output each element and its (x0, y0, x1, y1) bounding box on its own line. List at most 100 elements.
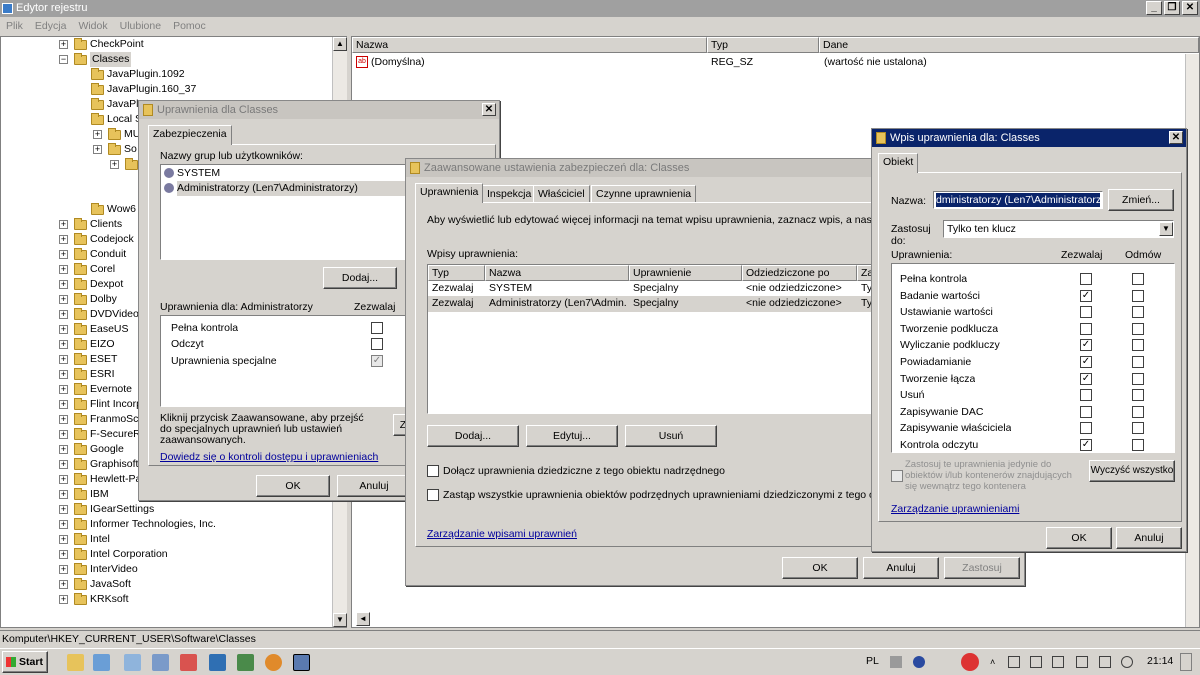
perm-deny-checkbox[interactable] (1132, 439, 1144, 451)
tree-item[interactable]: JavaPlugin.1092 (0, 67, 332, 82)
remove-entry-button[interactable]: Usuń (625, 425, 717, 447)
perm-allow-checkbox[interactable]: ✓ (1080, 339, 1092, 352)
manage-permissions-link[interactable]: Zarządzanie uprawnieniami (891, 503, 1019, 515)
explorer-icon[interactable] (67, 654, 84, 671)
tab-owner[interactable]: Właściciel (533, 185, 590, 203)
perm-allow-checkbox[interactable]: ✓ (1080, 289, 1092, 302)
expand-toggle-icon[interactable]: + (59, 535, 68, 544)
expand-toggle-icon[interactable]: + (59, 355, 68, 364)
expand-toggle-icon[interactable]: + (59, 370, 68, 379)
volume-icon[interactable] (1121, 656, 1133, 668)
perm-allow-checkbox[interactable] (1080, 322, 1092, 335)
tab-security[interactable]: Zabezpieczenia (148, 125, 232, 145)
permissions-dialog-close-button[interactable]: ✕ (482, 103, 496, 116)
tree-item[interactable]: JavaPlugin.160_37 (0, 82, 332, 97)
document-icon[interactable] (124, 654, 141, 671)
perm-deny-checkbox[interactable] (1132, 289, 1144, 302)
perm-deny-checkbox[interactable] (1132, 422, 1144, 435)
expand-toggle-icon[interactable]: + (59, 235, 68, 244)
expand-toggle-icon[interactable]: + (93, 145, 102, 154)
show-desktop-button[interactable] (1180, 653, 1192, 671)
start-button[interactable]: Start (2, 651, 48, 673)
expand-toggle-icon[interactable]: + (110, 160, 119, 169)
value-name[interactable]: (Domyślna) (371, 55, 425, 70)
tray-icon-2[interactable] (1052, 656, 1064, 668)
tree-item[interactable]: + IGearSettings (0, 502, 332, 517)
clear-all-button[interactable]: Wyczyść wszystko (1089, 460, 1175, 482)
expand-toggle-icon[interactable]: + (59, 460, 68, 469)
expand-toggle-icon[interactable]: + (59, 340, 68, 349)
expand-toggle-icon[interactable]: + (59, 400, 68, 409)
list-scrollbar[interactable] (1185, 54, 1199, 627)
tab-auditing[interactable]: Inspekcja (482, 185, 537, 203)
col-header-data[interactable]: Dane (819, 37, 1199, 53)
expand-toggle-icon[interactable]: + (59, 265, 68, 274)
tab-effective-permissions[interactable]: Czynne uprawnienia (591, 185, 697, 203)
scroll-up-icon[interactable]: ▲ (333, 37, 347, 51)
pdf-icon[interactable] (180, 654, 197, 671)
perm-allow-checkbox[interactable] (1080, 405, 1092, 418)
flag-icon[interactable] (1008, 656, 1020, 668)
tree-item[interactable]: + InterVideo (0, 562, 332, 577)
expand-toggle-icon[interactable]: + (59, 520, 68, 529)
firefox-icon[interactable] (265, 654, 282, 671)
tree-item[interactable]: − Classes (0, 52, 332, 67)
computer-icon[interactable] (93, 654, 110, 671)
expand-toggle-icon[interactable]: − (59, 55, 68, 64)
perm-deny-checkbox[interactable] (1132, 356, 1144, 368)
network-icon[interactable] (152, 654, 169, 671)
perm-cancel-button[interactable]: Anuluj (337, 475, 411, 497)
add-entry-button[interactable]: Dodaj... (427, 425, 519, 447)
restore-button[interactable]: ❐ (1164, 1, 1180, 15)
perm-allow-checkbox[interactable]: ✓ (1080, 356, 1092, 368)
name-field[interactable]: dministratorzy (Len7\Administratorzy) (933, 191, 1103, 209)
expand-toggle-icon[interactable]: + (93, 130, 102, 139)
perm-allow-checkbox[interactable] (1080, 389, 1092, 402)
expand-toggle-icon[interactable]: + (59, 415, 68, 424)
tab-object[interactable]: Obiekt (878, 153, 919, 173)
col-header-name[interactable]: Nazwa (352, 37, 707, 53)
tree-item[interactable]: + JavaSoft (0, 577, 332, 592)
expand-toggle-icon[interactable]: + (59, 295, 68, 304)
expand-toggle-icon[interactable]: + (59, 580, 68, 589)
change-button[interactable]: Zmień... (1108, 189, 1174, 211)
perm-deny-checkbox[interactable] (1132, 273, 1144, 285)
perm-deny-checkbox[interactable] (1132, 389, 1144, 402)
col-header-permission[interactable]: Uprawnienie (629, 265, 742, 281)
perm-allow-checkbox[interactable]: ✓ (1080, 439, 1092, 451)
perm-deny-checkbox[interactable] (1132, 306, 1144, 319)
expand-toggle-icon[interactable]: + (59, 250, 68, 259)
keyboard-icon[interactable] (890, 656, 902, 668)
tree-item[interactable]: + Informer Technologies, Inc. (0, 517, 332, 532)
scroll-down-icon[interactable]: ▼ (333, 613, 347, 627)
chevron-down-icon[interactable]: ▼ (1159, 222, 1173, 236)
perm-deny-checkbox[interactable] (1132, 339, 1144, 352)
expand-toggle-icon[interactable]: + (59, 565, 68, 574)
perm-deny-checkbox[interactable] (1132, 405, 1144, 418)
expand-toggle-icon[interactable]: + (59, 280, 68, 289)
col-header-name[interactable]: Nazwa (485, 265, 629, 281)
tray-icon-3[interactable] (1076, 656, 1088, 668)
tree-item[interactable]: + CheckPoint (0, 37, 332, 52)
menu-edit[interactable]: Edycja (35, 17, 67, 35)
expand-toggle-icon[interactable]: + (59, 445, 68, 454)
entry-ok-button[interactable]: OK (1046, 527, 1112, 549)
col-header-type[interactable]: Typ (428, 265, 485, 281)
expand-toggle-icon[interactable]: + (59, 490, 68, 499)
expand-toggle-icon[interactable]: + (59, 325, 68, 334)
scroll-left-icon[interactable]: ◄ (356, 612, 370, 626)
perm-ok-button[interactable]: OK (256, 475, 330, 497)
menu-view[interactable]: Widok (78, 17, 107, 35)
mail-icon[interactable] (237, 654, 254, 671)
learn-access-control-link[interactable]: Dowiedz się o kontroli dostępu i uprawni… (160, 451, 378, 463)
manage-entries-link[interactable]: Zarządzanie wpisami uprawnień (427, 528, 577, 540)
expand-toggle-icon[interactable]: + (59, 430, 68, 439)
entry-cancel-button[interactable]: Anuluj (1116, 527, 1182, 549)
advanced-apply-button[interactable]: Zastosuj (944, 557, 1020, 579)
help-icon[interactable] (913, 656, 925, 668)
language-indicator[interactable]: PL (866, 655, 879, 667)
expand-toggle-icon[interactable]: + (59, 505, 68, 514)
edit-entry-button[interactable]: Edytuj... (526, 425, 618, 447)
expand-toggle-icon[interactable]: + (59, 220, 68, 229)
tree-item[interactable]: + Intel (0, 532, 332, 547)
